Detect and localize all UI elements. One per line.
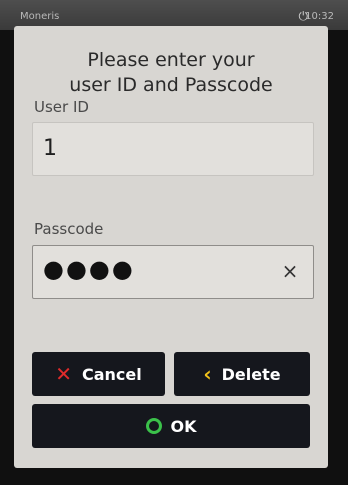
cancel-button-label: Cancel [82, 364, 142, 384]
clear-icon[interactable]: × [277, 258, 303, 284]
brand-label: Moneris [20, 11, 60, 22]
delete-button-label: Delete [221, 364, 281, 384]
user-id-field[interactable]: 1 [32, 122, 314, 176]
chevron-left-icon: ‹ [203, 362, 212, 386]
passcode-field[interactable]: ●●●● × [32, 245, 314, 299]
user-id-label: User ID [34, 98, 89, 116]
login-screen: Please enter your user ID and Passcode U… [14, 26, 328, 468]
cancel-button[interactable]: ✕ Cancel [32, 352, 165, 396]
passcode-label: Passcode [34, 220, 104, 238]
status-bar: Moneris ⏻ 10:32 [16, 8, 338, 28]
ok-button[interactable]: OK [32, 404, 310, 448]
prompt-line-1: Please enter your [87, 49, 255, 71]
passcode-masked-value: ●●●● [43, 255, 135, 283]
clock: 10:32 [305, 11, 334, 22]
ok-button-label: OK [170, 416, 197, 436]
prompt-title: Please enter your user ID and Passcode [14, 48, 328, 98]
close-x-icon: ✕ [55, 362, 72, 386]
prompt-line-2: user ID and Passcode [69, 74, 273, 96]
circle-icon [145, 418, 162, 434]
user-id-value: 1 [43, 136, 57, 161]
delete-button[interactable]: ‹ Delete [174, 352, 310, 396]
